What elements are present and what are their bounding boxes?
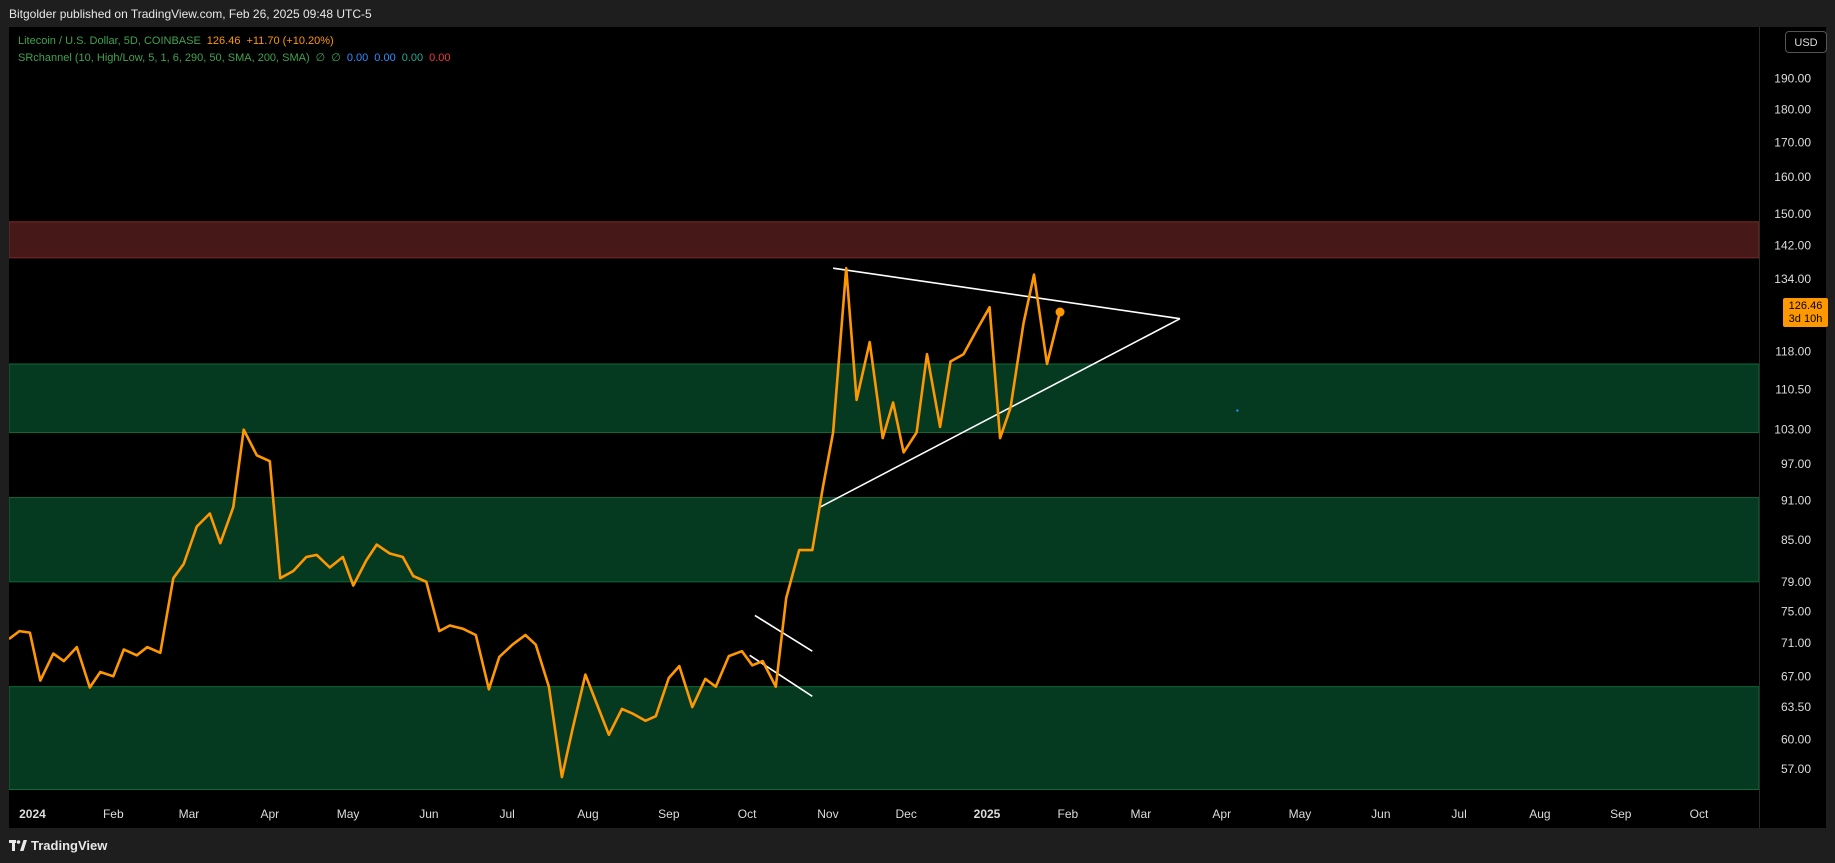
y-tick-label: 170.00	[1774, 135, 1811, 149]
tradingview-logo[interactable]: TradingView	[9, 838, 107, 853]
price-chart[interactable]: 190.00 180.00 170.00 160.00 150.00 142.00 134.…	[9, 27, 1826, 828]
price-change: +11.70 (+10.20%)	[246, 35, 334, 47]
x-tick-label: Jun	[1371, 807, 1390, 821]
y-tick-label: 63.50	[1781, 700, 1811, 714]
indicator-na-1: ∅	[315, 52, 326, 64]
symbol-legend-row: Litecoin / U.S. Dollar, 5D, COINBASE 126.…	[18, 33, 457, 50]
tradingview-brand-text: TradingView	[31, 838, 108, 853]
support-zone-1	[9, 363, 1760, 433]
y-tick-label: 190.00	[1774, 72, 1811, 86]
y-tick-label: 67.00	[1781, 669, 1811, 683]
indicator-na-2: ∅	[331, 52, 341, 64]
x-tick-label: Sep	[658, 807, 680, 821]
footer-bar: TradingView	[0, 828, 1835, 863]
x-tick-label: Jul	[499, 807, 514, 821]
price-badge: 126.46 3d 10h	[1783, 298, 1828, 327]
y-tick-label: 97.00	[1781, 457, 1811, 471]
y-tick-label: 60.00	[1781, 733, 1811, 747]
x-tick-label: Feb	[103, 807, 124, 821]
chart-legend: Litecoin / U.S. Dollar, 5D, COINBASE 126.…	[18, 33, 457, 67]
y-tick-label: 103.00	[1774, 423, 1811, 437]
y-tick-label: 110.50	[1775, 382, 1811, 396]
trendline-0	[833, 267, 1181, 320]
currency-button[interactable]: USD	[1785, 31, 1827, 53]
y-tick-label: 79.00	[1781, 575, 1811, 589]
y-tick-label: 75.00	[1781, 605, 1811, 619]
y-tick-label: 118.00	[1775, 345, 1811, 359]
tradingview-logo-icon	[9, 840, 27, 851]
price-badge-countdown: 3d 10h	[1788, 313, 1823, 325]
x-tick-label: Aug	[1529, 807, 1550, 821]
publish-bar: Bitgolder published on TradingView.com, …	[0, 0, 1835, 27]
support-zone-2	[9, 497, 1760, 583]
last-price-point	[1055, 307, 1065, 317]
y-tick-label: 142.00	[1774, 239, 1811, 253]
x-tick-label: Apr	[1212, 807, 1231, 821]
y-tick-label: 57.00	[1781, 762, 1811, 776]
x-tick-label: 2025	[974, 807, 1001, 821]
y-tick-label: 91.00	[1781, 494, 1811, 508]
resistance-zone-0	[9, 221, 1760, 259]
marker-dot	[1236, 409, 1239, 412]
indicator-value-1: 0.00	[346, 52, 369, 64]
indicator-value-3: 0.00	[401, 52, 424, 64]
x-tick-label: Sep	[1610, 807, 1632, 821]
symbol-name[interactable]: Litecoin / U.S. Dollar, 5D, COINBASE	[18, 35, 201, 47]
x-tick-label: Apr	[260, 807, 279, 821]
x-tick-label: Mar	[179, 807, 200, 821]
publish-info: Bitgolder published on TradingView.com, …	[9, 7, 372, 21]
x-tick-label: Oct	[738, 807, 757, 821]
indicator-value-4: 0.00	[429, 52, 451, 64]
y-tick-label: 180.00	[1774, 103, 1811, 117]
y-tick-label: 160.00	[1774, 170, 1811, 184]
x-tick-label: Jul	[1451, 807, 1466, 821]
y-tick-label: 150.00	[1774, 207, 1811, 221]
last-price: 126.46	[206, 35, 241, 47]
indicator-value-2: 0.00	[374, 52, 396, 64]
x-tick-label: Nov	[817, 807, 838, 821]
y-tick-label: 134.00	[1774, 272, 1811, 286]
x-tick-label: Feb	[1058, 807, 1079, 821]
x-tick-label: May	[337, 807, 360, 821]
x-tick-label: Jun	[419, 807, 438, 821]
x-tick-label: Mar	[1131, 807, 1152, 821]
chart-panel[interactable]: 190.00 180.00 170.00 160.00 150.00 142.00 134.…	[9, 27, 1828, 828]
y-tick-label: 71.00	[1781, 636, 1811, 650]
indicator-legend-row: SRchannel (10, High/Low, 5, 1, 6, 290, 5…	[18, 50, 457, 67]
x-tick-label: 2024	[19, 807, 46, 821]
x-tick-label: Dec	[895, 807, 916, 821]
y-tick-label: 85.00	[1781, 533, 1811, 547]
x-tick-label: Aug	[577, 807, 598, 821]
x-tick-label: Oct	[1690, 807, 1709, 821]
x-tick-label: May	[1289, 807, 1312, 821]
support-zone-3	[9, 686, 1760, 790]
price-badge-value: 126.46	[1788, 300, 1823, 312]
indicator-name[interactable]: SRchannel (10, High/Low, 5, 1, 6, 290, 5…	[18, 52, 310, 64]
